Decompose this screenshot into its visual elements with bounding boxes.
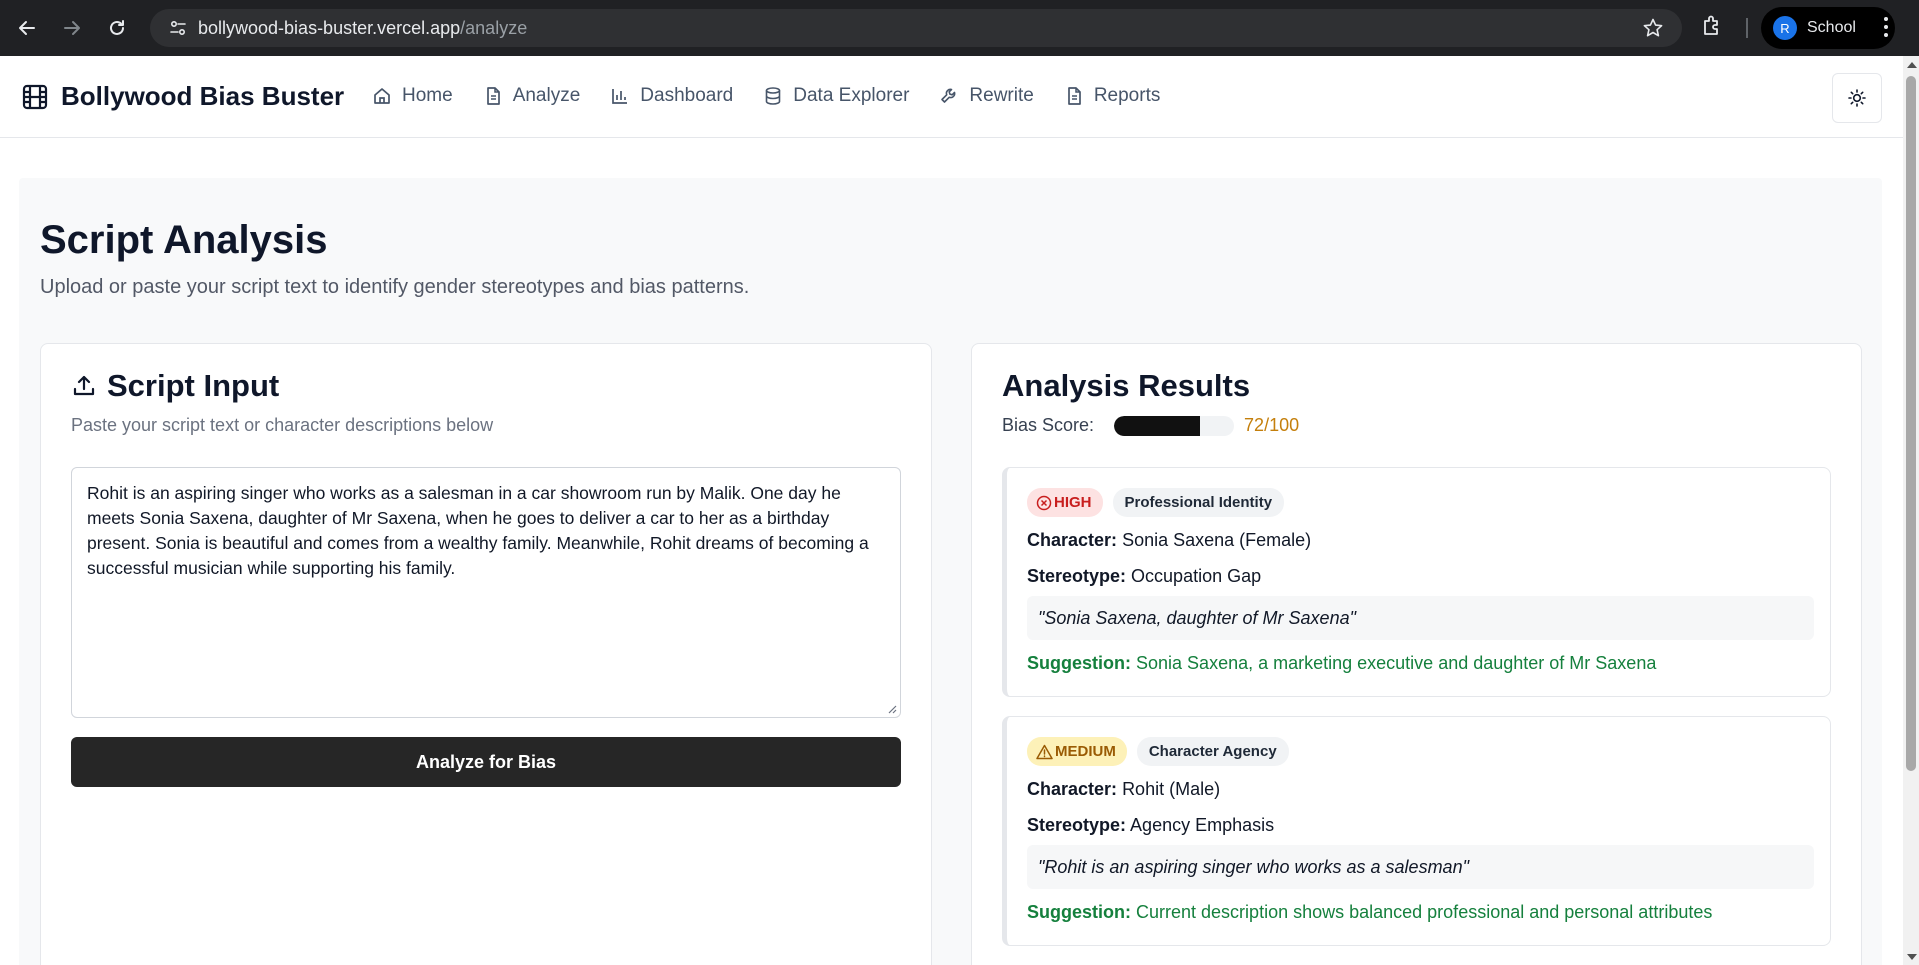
card-title: Script Input bbox=[71, 368, 279, 404]
finding-card: MEDIUM Character Agency Character: Rohit… bbox=[1002, 716, 1831, 946]
profile-button[interactable]: R School bbox=[1761, 7, 1895, 49]
nav-label: Data Explorer bbox=[793, 85, 910, 106]
page-subtitle: Upload or paste your script text to iden… bbox=[40, 276, 750, 298]
home-icon bbox=[374, 88, 390, 104]
nav-dashboard[interactable]: Dashboard bbox=[610, 85, 733, 107]
finding-suggestion: Suggestion: Sonia Saxena, a marketing ex… bbox=[1027, 653, 1656, 674]
category-badge: Professional Identity bbox=[1112, 488, 1285, 517]
bias-score-bar bbox=[1114, 415, 1235, 436]
database-icon bbox=[765, 87, 781, 105]
forward-button[interactable] bbox=[50, 6, 94, 50]
suggestion-value: Sonia Saxena, a marketing executive and … bbox=[1136, 653, 1657, 673]
theme-toggle-button[interactable] bbox=[1832, 73, 1882, 123]
toolbar-divider bbox=[1746, 18, 1748, 38]
main-nav: Home Analyze Dashboard Data Explorer Rew… bbox=[372, 85, 1190, 107]
scroll-up-icon[interactable] bbox=[1907, 62, 1917, 68]
arrow-left-icon bbox=[19, 21, 35, 35]
file-text-icon bbox=[1067, 87, 1081, 105]
nav-label: Analyze bbox=[512, 85, 581, 106]
stereotype-label: Stereotype: bbox=[1027, 566, 1127, 586]
character-label: Character: bbox=[1027, 530, 1118, 550]
severity-badge: MEDIUM bbox=[1027, 737, 1127, 766]
suggestion-value: Current description shows balanced profe… bbox=[1136, 902, 1713, 922]
finding-character: Character: Rohit (Male) bbox=[1027, 779, 1220, 800]
analysis-results-card: Analysis Results Bias Score: 72/100 HIGH… bbox=[971, 343, 1862, 965]
card-title-text: Script Input bbox=[107, 368, 280, 403]
browser-toolbar: bollywood-bias-buster.vercel.app/analyze… bbox=[0, 0, 1919, 56]
film-icon bbox=[22, 84, 48, 109]
results-title: Analysis Results bbox=[1002, 368, 1251, 403]
upload-icon bbox=[73, 375, 95, 396]
bias-score-value: 72/100 bbox=[1244, 415, 1300, 435]
file-text-icon bbox=[486, 87, 500, 105]
bias-score: Bias Score: 72/100 bbox=[1002, 415, 1299, 436]
nav-label: Rewrite bbox=[969, 85, 1034, 106]
scroll-down-icon[interactable] bbox=[1907, 954, 1917, 960]
nav-home[interactable]: Home bbox=[372, 85, 453, 107]
url-path: /analyze bbox=[460, 17, 528, 38]
stereotype-value: Agency Emphasis bbox=[1130, 815, 1275, 835]
reload-button[interactable] bbox=[95, 6, 139, 50]
x-circle-icon bbox=[1036, 495, 1052, 510]
bar-chart-icon bbox=[612, 89, 628, 104]
finding-badges: MEDIUM Character Agency bbox=[1027, 737, 1289, 766]
more-menu-icon[interactable] bbox=[1882, 14, 1890, 45]
address-bar[interactable]: bollywood-bias-buster.vercel.app/analyze bbox=[150, 9, 1682, 47]
reload-icon bbox=[110, 20, 124, 35]
stereotype-value: Occupation Gap bbox=[1131, 566, 1262, 586]
scrollbar-thumb[interactable] bbox=[1906, 76, 1916, 771]
script-input-card: Script Input Paste your script text or c… bbox=[40, 343, 932, 965]
profile-label: School bbox=[1807, 19, 1856, 36]
nav-label: Reports bbox=[1093, 85, 1161, 106]
nav-reports[interactable]: Reports bbox=[1064, 85, 1161, 107]
page-scrollbar[interactable] bbox=[1903, 56, 1919, 965]
severity-label: HIGH bbox=[1054, 494, 1092, 511]
card-description: Paste your script text or character desc… bbox=[71, 415, 494, 435]
suggestion-label: Suggestion: bbox=[1027, 902, 1131, 922]
nav-label: Home bbox=[402, 85, 453, 106]
finding-quote: "Sonia Saxena, daughter of Mr Saxena" bbox=[1027, 596, 1814, 640]
finding-card: HIGH Professional Identity Character: So… bbox=[1002, 467, 1831, 697]
character-value: Rohit (Male) bbox=[1122, 779, 1221, 799]
page-title: Script Analysis bbox=[40, 218, 328, 262]
avatar: R bbox=[1773, 16, 1797, 40]
nav-data-explorer[interactable]: Data Explorer bbox=[763, 85, 909, 107]
sun-icon bbox=[1848, 89, 1866, 107]
character-label: Character: bbox=[1027, 779, 1118, 799]
finding-character: Character: Sonia Saxena (Female) bbox=[1027, 530, 1311, 551]
resize-handle-icon[interactable] bbox=[887, 704, 897, 714]
category-badge: Character Agency bbox=[1136, 737, 1289, 766]
url-domain: bollywood-bias-buster.vercel.app bbox=[198, 17, 461, 38]
finding-stereotype: Stereotype: Occupation Gap bbox=[1027, 566, 1261, 587]
finding-suggestion: Suggestion: Current description shows ba… bbox=[1027, 902, 1712, 923]
alert-triangle-icon bbox=[1036, 744, 1053, 759]
severity-label: MEDIUM bbox=[1055, 743, 1116, 760]
analyze-button[interactable]: Analyze for Bias bbox=[71, 737, 901, 787]
suggestion-label: Suggestion: bbox=[1027, 653, 1131, 673]
bookmark-star-icon[interactable] bbox=[1642, 17, 1664, 44]
wrench-icon bbox=[941, 88, 956, 103]
app-header: Bollywood Bias Buster Home Analyze Dashb… bbox=[0, 56, 1903, 138]
finding-badges: HIGH Professional Identity bbox=[1027, 488, 1285, 517]
finding-stereotype: Stereotype: Agency Emphasis bbox=[1027, 815, 1274, 836]
nav-rewrite[interactable]: Rewrite bbox=[939, 85, 1034, 107]
url-text: bollywood-bias-buster.vercel.app/analyze bbox=[198, 18, 527, 39]
severity-badge: HIGH bbox=[1027, 488, 1103, 517]
stereotype-label: Stereotype: bbox=[1027, 815, 1127, 835]
finding-quote: "Rohit is an aspiring singer who works a… bbox=[1027, 845, 1814, 889]
arrow-right-icon bbox=[64, 21, 80, 35]
site-info-icon[interactable] bbox=[158, 18, 198, 38]
bias-score-label: Bias Score: bbox=[1002, 415, 1095, 435]
back-button[interactable] bbox=[5, 6, 49, 50]
bias-score-fill bbox=[1114, 415, 1201, 436]
nav-label: Dashboard bbox=[640, 85, 734, 106]
script-textarea[interactable]: Rohit is an aspiring singer who works as… bbox=[71, 467, 901, 718]
brand-name: Bollywood Bias Buster bbox=[61, 81, 345, 111]
extensions-puzzle-icon[interactable] bbox=[1700, 13, 1726, 44]
character-value: Sonia Saxena (Female) bbox=[1122, 530, 1312, 550]
brand[interactable]: Bollywood Bias Buster bbox=[21, 81, 344, 112]
nav-analyze[interactable]: Analyze bbox=[483, 85, 581, 107]
